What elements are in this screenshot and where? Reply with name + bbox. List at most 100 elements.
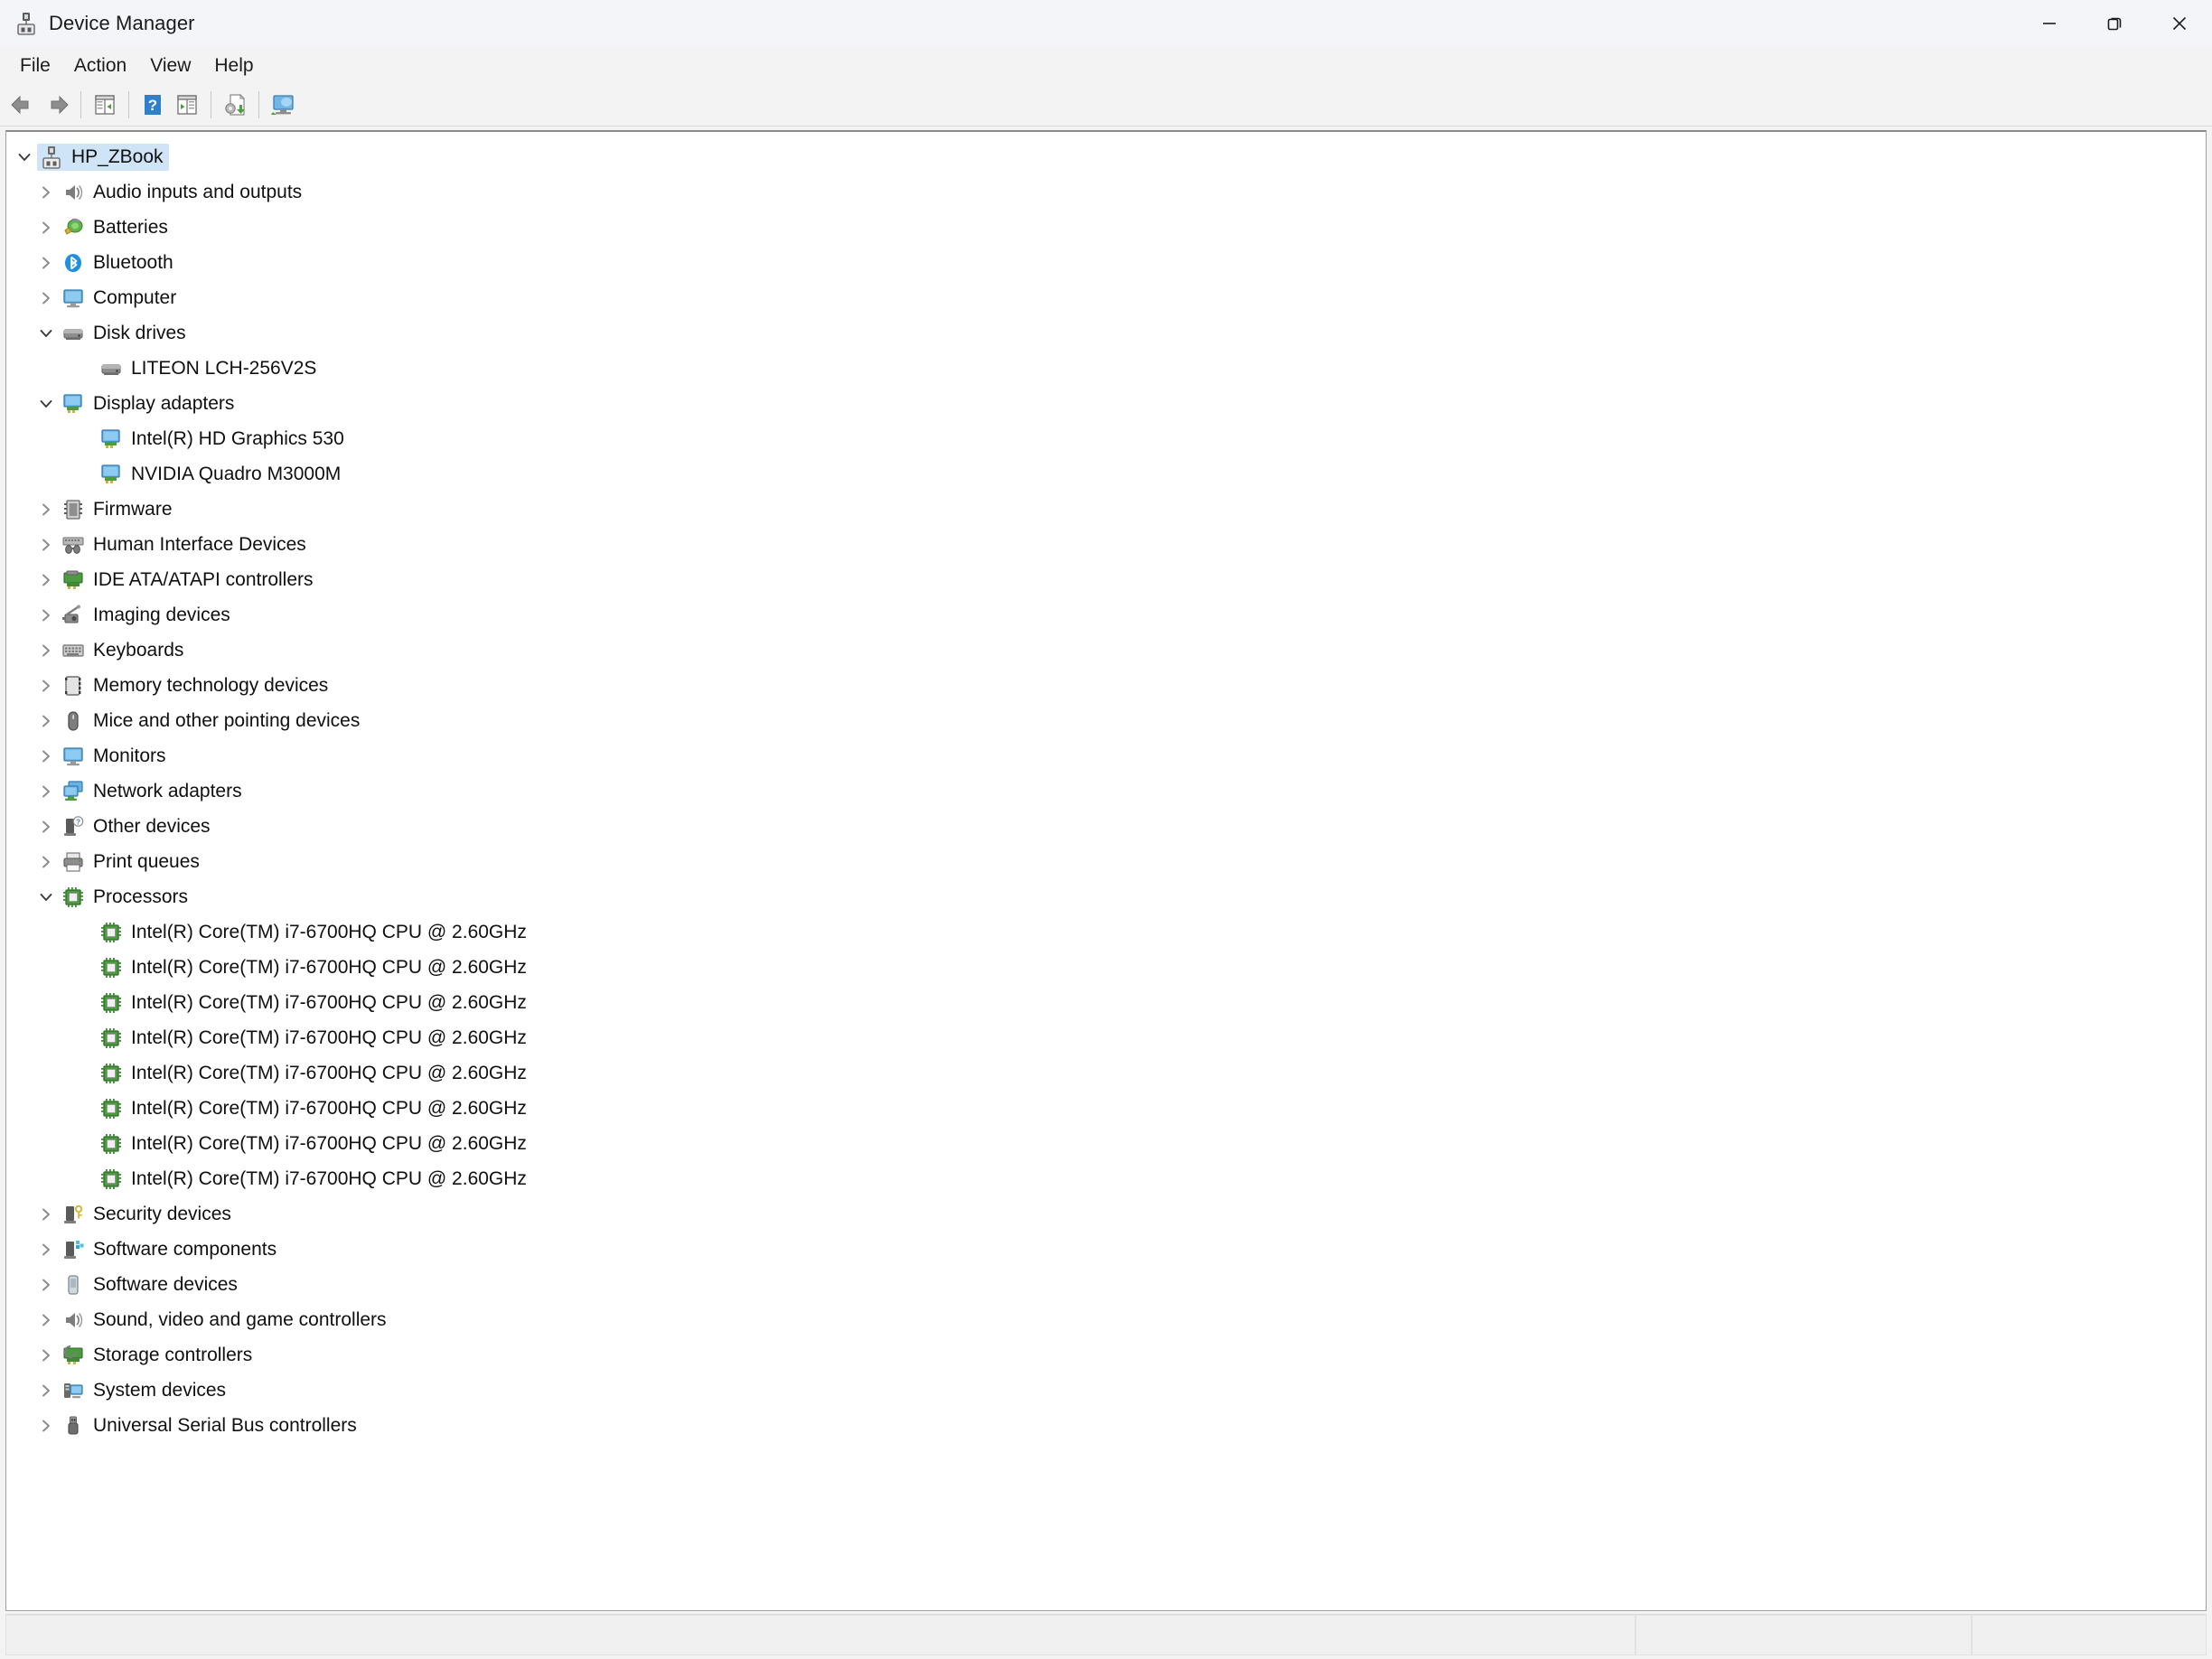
- tree-item-processors[interactable]: Processors: [6, 879, 2206, 914]
- tree-item-body[interactable]: Universal Serial Bus controllers: [59, 1412, 362, 1439]
- tree-item-body[interactable]: LITEON LCH-256V2S: [97, 355, 322, 382]
- tree-item-body[interactable]: Human Interface Devices: [59, 531, 312, 558]
- tree-item-body[interactable]: Firmware: [59, 496, 178, 523]
- chevron-right-icon[interactable]: [33, 1373, 59, 1408]
- tree-item-intel-r-core-tm-i7-6700hq-cpu-2-60ghz[interactable]: Intel(R) Core(TM) i7-6700HQ CPU @ 2.60GH…: [6, 950, 2206, 985]
- tree-item-disk-drives[interactable]: Disk drives: [6, 315, 2206, 351]
- tree-item-hp-zbook[interactable]: HP_ZBook: [6, 139, 2206, 174]
- chevron-right-icon[interactable]: [33, 597, 59, 633]
- tree-item-body[interactable]: System devices: [59, 1377, 231, 1404]
- update-driver-button[interactable]: [218, 87, 252, 123]
- chevron-right-icon[interactable]: [33, 809, 59, 844]
- tree-item-sound-video-and-game-controllers[interactable]: Sound, video and game controllers: [6, 1302, 2206, 1337]
- tree-item-other-devices[interactable]: ? Other devices: [6, 809, 2206, 844]
- chevron-right-icon[interactable]: [33, 174, 59, 210]
- restore-button[interactable]: [2082, 0, 2147, 46]
- tree-item-body[interactable]: Intel(R) Core(TM) i7-6700HQ CPU @ 2.60GH…: [97, 1166, 532, 1193]
- tree-item-body[interactable]: Intel(R) Core(TM) i7-6700HQ CPU @ 2.60GH…: [97, 1095, 532, 1122]
- tree-item-human-interface-devices[interactable]: Human Interface Devices: [6, 527, 2206, 562]
- tree-item-body[interactable]: Monitors: [59, 743, 172, 770]
- chevron-down-icon[interactable]: [33, 879, 59, 914]
- tree-item-storage-controllers[interactable]: Storage controllers: [6, 1337, 2206, 1373]
- help-button[interactable]: ?: [136, 87, 170, 123]
- chevron-right-icon[interactable]: [33, 633, 59, 668]
- properties-button[interactable]: [88, 87, 122, 123]
- chevron-right-icon[interactable]: [33, 1337, 59, 1373]
- scan-hardware-changes-button[interactable]: [266, 87, 300, 123]
- chevron-right-icon[interactable]: [33, 492, 59, 527]
- forward-button[interactable]: [40, 87, 74, 123]
- menu-help[interactable]: Help: [203, 52, 264, 80]
- tree-item-software-components[interactable]: Software components: [6, 1232, 2206, 1267]
- chevron-right-icon[interactable]: [33, 1408, 59, 1443]
- tree-item-body[interactable]: ? Other devices: [59, 813, 216, 840]
- tree-item-body[interactable]: Bluetooth: [59, 249, 179, 276]
- tree-item-body[interactable]: Intel(R) Core(TM) i7-6700HQ CPU @ 2.60GH…: [97, 1025, 532, 1052]
- chevron-right-icon[interactable]: [33, 210, 59, 245]
- tree-item-intel-r-core-tm-i7-6700hq-cpu-2-60ghz[interactable]: Intel(R) Core(TM) i7-6700HQ CPU @ 2.60GH…: [6, 1091, 2206, 1126]
- tree-item-body[interactable]: Processors: [59, 884, 193, 911]
- tree-item-body[interactable]: Memory technology devices: [59, 672, 333, 699]
- tree-item-body[interactable]: HP_ZBook: [37, 143, 169, 171]
- tree-item-computer[interactable]: Computer: [6, 280, 2206, 315]
- chevron-right-icon[interactable]: [33, 668, 59, 703]
- tree-item-intel-r-core-tm-i7-6700hq-cpu-2-60ghz[interactable]: Intel(R) Core(TM) i7-6700HQ CPU @ 2.60GH…: [6, 985, 2206, 1020]
- show-hidden-devices-button[interactable]: [170, 87, 204, 123]
- chevron-down-icon[interactable]: [33, 386, 59, 421]
- chevron-right-icon[interactable]: [33, 844, 59, 879]
- tree-item-print-queues[interactable]: Print queues: [6, 844, 2206, 879]
- chevron-right-icon[interactable]: [33, 562, 59, 597]
- tree-item-body[interactable]: Disk drives: [59, 320, 192, 347]
- chevron-right-icon[interactable]: [33, 1232, 59, 1267]
- close-button[interactable]: [2147, 0, 2212, 46]
- tree-item-firmware[interactable]: Firmware: [6, 492, 2206, 527]
- tree-item-bluetooth[interactable]: Bluetooth: [6, 245, 2206, 280]
- tree-item-body[interactable]: Intel(R) Core(TM) i7-6700HQ CPU @ 2.60GH…: [97, 1130, 532, 1158]
- tree-item-intel-r-hd-graphics-530[interactable]: Intel(R) HD Graphics 530: [6, 421, 2206, 456]
- tree-item-body[interactable]: Keyboards: [59, 637, 189, 664]
- chevron-right-icon[interactable]: [33, 280, 59, 315]
- chevron-right-icon[interactable]: [33, 1302, 59, 1337]
- chevron-right-icon[interactable]: [33, 738, 59, 773]
- chevron-right-icon[interactable]: [33, 773, 59, 809]
- tree-item-body[interactable]: Intel(R) Core(TM) i7-6700HQ CPU @ 2.60GH…: [97, 989, 532, 1017]
- tree-item-body[interactable]: Sound, video and game controllers: [59, 1307, 392, 1334]
- tree-item-body[interactable]: Display adapters: [59, 390, 239, 417]
- tree-item-security-devices[interactable]: Security devices: [6, 1196, 2206, 1232]
- chevron-right-icon[interactable]: [33, 1267, 59, 1302]
- menu-file[interactable]: File: [9, 52, 61, 80]
- back-button[interactable]: [5, 87, 40, 123]
- tree-item-intel-r-core-tm-i7-6700hq-cpu-2-60ghz[interactable]: Intel(R) Core(TM) i7-6700HQ CPU @ 2.60GH…: [6, 1161, 2206, 1196]
- chevron-down-icon[interactable]: [33, 315, 59, 351]
- tree-item-intel-r-core-tm-i7-6700hq-cpu-2-60ghz[interactable]: Intel(R) Core(TM) i7-6700HQ CPU @ 2.60GH…: [6, 1055, 2206, 1091]
- menu-action[interactable]: Action: [63, 52, 137, 80]
- tree-item-body[interactable]: Intel(R) Core(TM) i7-6700HQ CPU @ 2.60GH…: [97, 919, 532, 946]
- tree-item-display-adapters[interactable]: Display adapters: [6, 386, 2206, 421]
- tree-item-memory-technology-devices[interactable]: Memory technology devices: [6, 668, 2206, 703]
- tree-item-body[interactable]: Imaging devices: [59, 602, 236, 629]
- tree-item-monitors[interactable]: Monitors: [6, 738, 2206, 773]
- menu-view[interactable]: View: [139, 52, 202, 80]
- minimize-button[interactable]: [2017, 0, 2082, 46]
- tree-item-software-devices[interactable]: Software devices: [6, 1267, 2206, 1302]
- tree-item-body[interactable]: Software devices: [59, 1271, 243, 1298]
- tree-item-nvidia-quadro-m3000m[interactable]: NVIDIA Quadro M3000M: [6, 456, 2206, 492]
- tree-item-intel-r-core-tm-i7-6700hq-cpu-2-60ghz[interactable]: Intel(R) Core(TM) i7-6700HQ CPU @ 2.60GH…: [6, 1126, 2206, 1161]
- tree-item-body[interactable]: NVIDIA Quadro M3000M: [97, 461, 346, 488]
- tree-item-batteries[interactable]: Batteries: [6, 210, 2206, 245]
- tree-item-body[interactable]: Batteries: [59, 214, 173, 241]
- chevron-right-icon[interactable]: [33, 1196, 59, 1232]
- tree-item-system-devices[interactable]: System devices: [6, 1373, 2206, 1408]
- chevron-right-icon[interactable]: [33, 527, 59, 562]
- tree-item-universal-serial-bus-controllers[interactable]: Universal Serial Bus controllers: [6, 1408, 2206, 1443]
- tree-item-body[interactable]: Intel(R) HD Graphics 530: [97, 426, 350, 453]
- tree-item-intel-r-core-tm-i7-6700hq-cpu-2-60ghz[interactable]: Intel(R) Core(TM) i7-6700HQ CPU @ 2.60GH…: [6, 1020, 2206, 1055]
- device-tree[interactable]: HP_ZBook Audio inputs and outputs Batter…: [5, 130, 2207, 1611]
- tree-item-mice-and-other-pointing-devices[interactable]: Mice and other pointing devices: [6, 703, 2206, 738]
- tree-item-body[interactable]: Mice and other pointing devices: [59, 708, 365, 735]
- tree-item-body[interactable]: IDE ATA/ATAPI controllers: [59, 567, 319, 594]
- tree-item-imaging-devices[interactable]: Imaging devices: [6, 597, 2206, 633]
- tree-item-body[interactable]: Intel(R) Core(TM) i7-6700HQ CPU @ 2.60GH…: [97, 954, 532, 981]
- chevron-right-icon[interactable]: [33, 703, 59, 738]
- tree-item-ide-ata-atapi-controllers[interactable]: IDE ATA/ATAPI controllers: [6, 562, 2206, 597]
